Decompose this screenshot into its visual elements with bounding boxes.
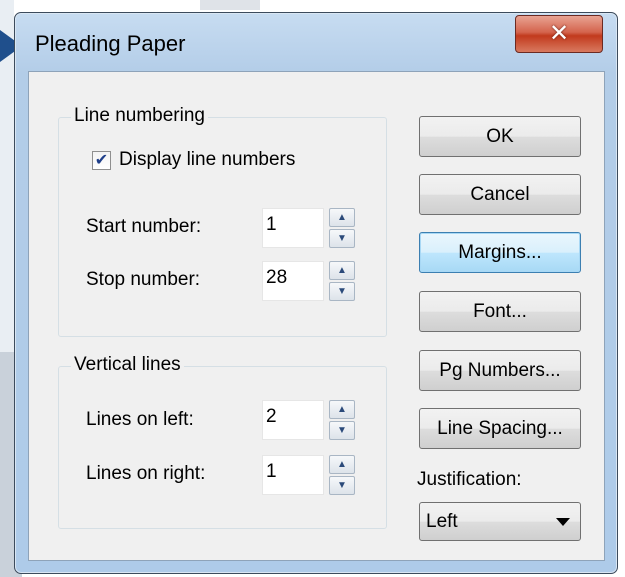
spin-down-arrow-icon: ▼ — [337, 479, 347, 491]
check-icon: ✔ — [94, 151, 109, 169]
pg-numbers-button[interactable]: Pg Numbers... — [419, 350, 581, 391]
pleading-paper-dialog: Pleading Paper ✕ Line numbering ✔ Displa… — [14, 12, 618, 574]
lines-on-right-up-button[interactable]: ▲ — [329, 455, 355, 474]
lines-on-left-spinner: ▲ ▼ — [329, 400, 355, 440]
spin-up-arrow-icon: ▲ — [337, 264, 347, 276]
lines-on-left-up-button[interactable]: ▲ — [329, 400, 355, 419]
spin-down-arrow-icon: ▼ — [337, 424, 347, 436]
margins-button[interactable]: Margins... — [419, 232, 581, 273]
justification-select[interactable]: Left — [419, 502, 581, 541]
lines-on-right-label: Lines on right: — [86, 463, 206, 484]
spin-down-arrow-icon: ▼ — [337, 232, 347, 244]
line-numbering-group-label: Line numbering — [71, 105, 208, 127]
stop-number-down-button[interactable]: ▼ — [329, 282, 355, 301]
justification-value: Left — [426, 511, 458, 532]
spin-up-arrow-icon: ▲ — [337, 458, 347, 470]
start-number-down-button[interactable]: ▼ — [329, 229, 355, 248]
spin-up-arrow-icon: ▲ — [337, 403, 347, 415]
start-number-up-button[interactable]: ▲ — [329, 208, 355, 227]
lines-on-right-down-button[interactable]: ▼ — [329, 476, 355, 495]
justification-label: Justification: — [417, 469, 522, 490]
close-button[interactable]: ✕ — [515, 15, 603, 53]
line-spacing-button[interactable]: Line Spacing... — [419, 408, 581, 449]
lines-on-left-down-button[interactable]: ▼ — [329, 421, 355, 440]
spin-down-arrow-icon: ▼ — [337, 285, 347, 297]
start-number-spinner: ▲ ▼ — [329, 208, 355, 248]
stop-number-input[interactable]: 28 — [262, 261, 324, 301]
start-number-input[interactable]: 1 — [262, 208, 324, 248]
display-line-numbers-checkbox[interactable]: ✔ — [92, 151, 111, 170]
close-icon: ✕ — [548, 20, 570, 47]
ok-button[interactable]: OK — [419, 116, 581, 157]
stop-number-label: Stop number: — [86, 269, 201, 290]
lines-on-right-input[interactable]: 1 — [262, 455, 324, 495]
lines-on-left-input[interactable]: 2 — [262, 400, 324, 440]
display-line-numbers-label[interactable]: Display line numbers — [119, 149, 295, 171]
start-number-label: Start number: — [86, 216, 202, 237]
dialog-client-area: Line numbering ✔ Display line numbers St… — [28, 71, 605, 561]
vertical-lines-group-label: Vertical lines — [71, 354, 184, 376]
lines-on-left-label: Lines on left: — [86, 409, 194, 430]
line-numbering-group: Line numbering ✔ Display line numbers St… — [58, 105, 387, 337]
dialog-title: Pleading Paper — [35, 31, 186, 56]
font-button[interactable]: Font... — [419, 291, 581, 332]
cancel-button[interactable]: Cancel — [419, 174, 581, 215]
chevron-down-icon — [556, 518, 570, 526]
background-strip-top — [200, 0, 260, 10]
spin-up-arrow-icon: ▲ — [337, 211, 347, 223]
stop-number-spinner: ▲ ▼ — [329, 261, 355, 301]
lines-on-right-spinner: ▲ ▼ — [329, 455, 355, 495]
stop-number-up-button[interactable]: ▲ — [329, 261, 355, 280]
vertical-lines-group: Vertical lines Lines on left: 2 ▲ ▼ Line… — [58, 354, 387, 529]
